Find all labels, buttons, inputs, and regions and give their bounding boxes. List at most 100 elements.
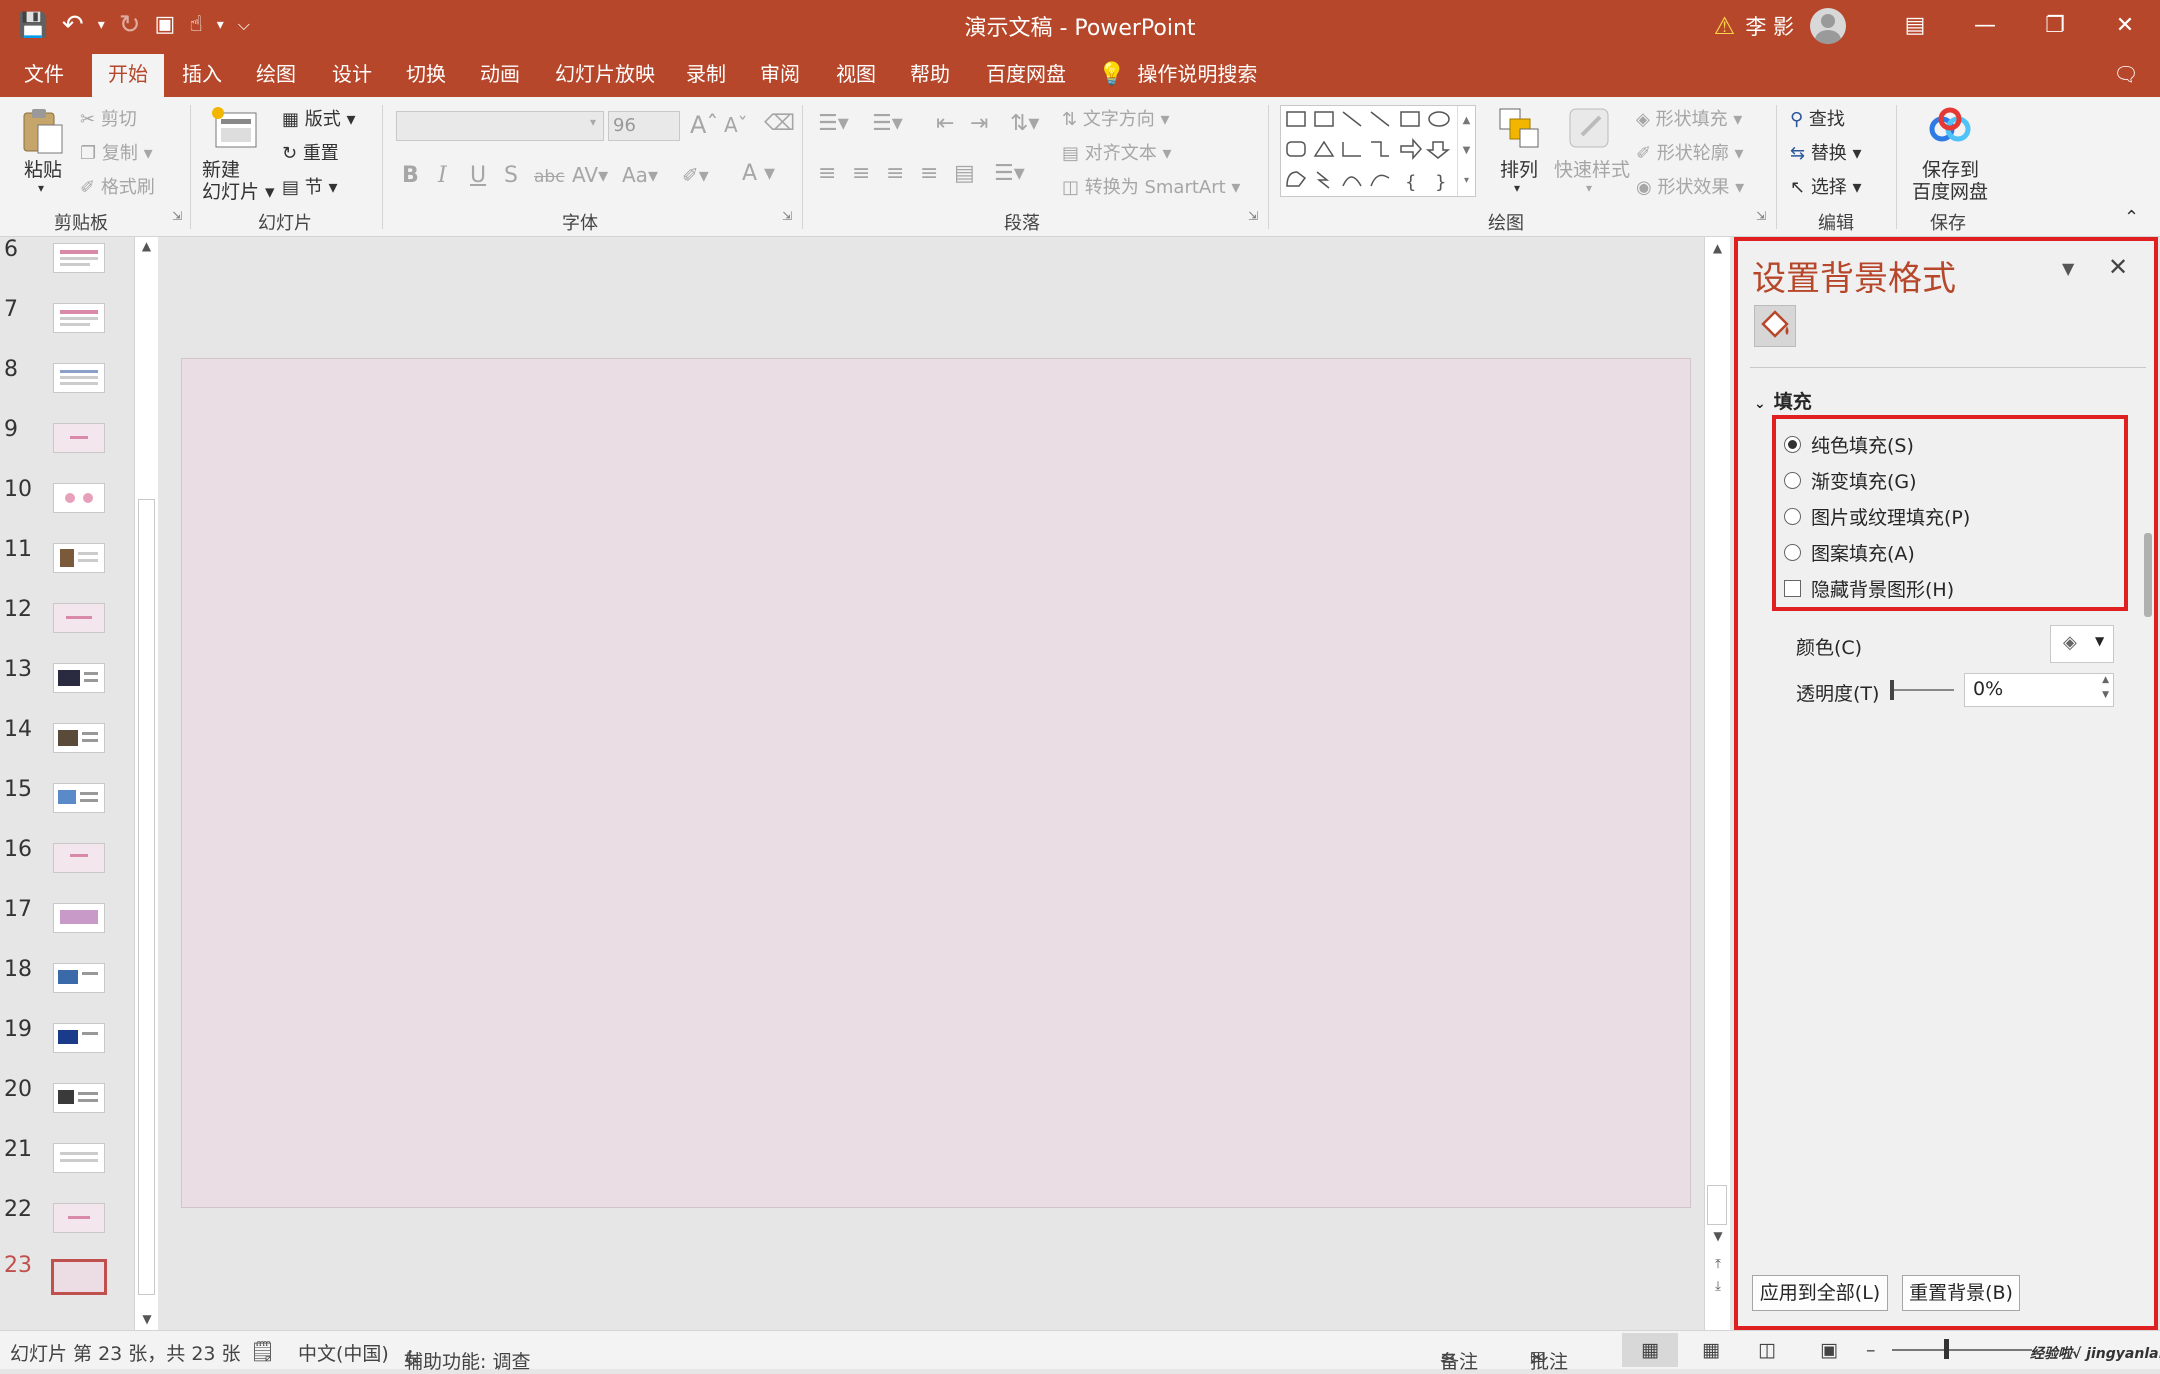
shape-effects-button[interactable]: ◉ 形状效果 ▾ [1636,173,1744,199]
slide-thumbnail[interactable] [53,303,105,333]
slideshow-icon[interactable]: ▣ [1820,1339,1838,1361]
slide-thumbnail-selected[interactable] [51,1259,107,1295]
slide-thumbnail[interactable] [53,963,105,993]
tab-file[interactable]: 文件 [14,51,74,97]
new-slide-button-label[interactable]: 幻灯片 ▾ [202,177,275,204]
chevron-down-icon[interactable]: ▾ [590,115,596,129]
shrink-font-icon[interactable]: Aˇ [724,113,748,137]
align-center-icon[interactable]: ≡ [852,161,870,186]
char-spacing-icon[interactable]: AV▾ [572,163,608,187]
line-spacing-icon[interactable]: ⇅▾ [1010,111,1039,136]
shape-outline-button[interactable]: ✐ 形状轮廓 ▾ [1636,139,1744,165]
bullets-icon[interactable]: ☰▾ [818,111,849,136]
apply-to-all-button[interactable]: 应用到全部(L) [1752,1275,1888,1311]
section-button[interactable]: ▤ 节 ▾ [282,173,338,199]
slide-thumbnail[interactable] [53,783,105,813]
italic-icon[interactable]: I [438,163,447,188]
reading-view-icon[interactable]: ◫ [1758,1339,1776,1361]
slide-thumbnail[interactable] [53,543,105,573]
pattern-fill-option[interactable]: 图案填充(A) [1784,539,1915,566]
justify-icon[interactable]: ≡ [920,161,938,186]
align-left-icon[interactable]: ≡ [818,161,836,186]
solid-fill-option[interactable]: 纯色填充(S) [1784,431,1914,458]
underline-icon[interactable]: U [470,163,486,188]
dialog-launcher-icon[interactable]: ⇲ [172,209,182,223]
pane-options-icon[interactable]: ▼ [2062,259,2074,278]
language-status[interactable]: 中文(中国) [298,1339,389,1366]
tab-design[interactable]: 设计 [322,51,382,97]
replace-button[interactable]: ⇆ 替换 ▾ [1790,139,1862,165]
columns-icon[interactable]: ☰▾ [994,161,1025,186]
tab-draw[interactable]: 绘图 [246,51,306,97]
thumbnails-scrollbar[interactable]: ▲ ▼ [134,237,158,1330]
slide-thumbnail[interactable] [53,423,105,453]
transparency-slider[interactable] [1890,680,1954,700]
format-painter-button[interactable]: ✐ 格式刷 [80,173,155,199]
spellcheck-icon[interactable]: 🗒 [250,1339,275,1363]
slide-thumbnail[interactable] [53,603,105,633]
scroll-up-icon[interactable]: ▲ [135,239,158,253]
radio[interactable] [1784,508,1801,525]
highlight-icon[interactable]: ✐▾ [682,163,709,187]
gallery-scroll[interactable]: ▲ ▼ ▾ [1457,106,1475,196]
ribbon-display-icon[interactable]: ▤ [1880,13,1950,38]
zoom-out-icon[interactable]: – [1866,1339,1876,1361]
scroll-down-icon[interactable]: ▼ [135,1312,159,1326]
minimize-icon[interactable]: — [1950,13,2020,38]
spin-up-icon[interactable]: ▲ [2102,675,2109,685]
spin-down-icon[interactable]: ▼ [2102,690,2109,700]
bold-icon[interactable]: B [402,163,419,188]
transparency-input[interactable]: 0% ▲ ▼ [1964,673,2114,707]
zoom-slider-thumb[interactable] [1944,1339,1949,1359]
tab-baidu[interactable]: 百度网盘 [980,51,1072,97]
shadow-icon[interactable]: S [504,163,518,188]
scroll-thumb[interactable] [138,499,155,1295]
comments-icon[interactable]: 🗨 [2106,51,2146,97]
align-right-icon[interactable]: ≡ [886,161,904,186]
tab-view[interactable]: 视图 [826,51,886,97]
shape-fill-button[interactable]: ◈ 形状填充 ▾ [1636,105,1742,131]
user-name[interactable]: 李 影 [1745,11,1794,41]
font-name-combo[interactable] [396,111,604,141]
find-button[interactable]: ⚲ 查找 [1790,105,1845,131]
change-case-icon[interactable]: Aa▾ [622,163,658,187]
tab-help[interactable]: 帮助 [900,51,960,97]
chevron-down-icon[interactable]: ▾ [38,181,44,195]
quick-styles-icon[interactable] [1566,105,1612,151]
copy-button[interactable]: ❐ 复制 ▾ [80,139,153,165]
tab-transitions[interactable]: 切换 [396,51,456,97]
paste-icon[interactable] [20,105,68,157]
slide-thumbnail[interactable] [53,1023,105,1053]
slide-thumbnail[interactable] [53,663,105,693]
color-picker[interactable]: ◈ ▼ [2050,625,2114,663]
slide-thumbnail[interactable] [53,483,105,513]
select-button[interactable]: ↖ 选择 ▾ [1790,173,1862,199]
numbering-icon[interactable]: ☰▾ [872,111,903,136]
scroll-thumb[interactable] [1707,1185,1727,1225]
warning-icon[interactable]: ⚠ [1714,12,1736,40]
close-icon[interactable]: ✕ [2090,13,2160,38]
tab-animations[interactable]: 动画 [470,51,530,97]
radio-selected[interactable] [1784,436,1801,453]
paste-button[interactable]: 粘贴 [24,155,62,182]
strikethrough-icon[interactable]: abc [534,167,565,187]
slide-thumbnail[interactable] [53,243,105,273]
smartart-button[interactable]: ◫ 转换为 SmartArt ▾ [1062,173,1240,199]
slide-sorter-icon[interactable]: ▦ [1702,1339,1720,1361]
previous-slide-icon[interactable]: ⤒ [1705,1257,1731,1272]
slide-thumbnail[interactable] [53,363,105,393]
font-size-combo[interactable]: 96 [608,111,680,141]
baidu-cloud-icon[interactable] [1926,105,1974,145]
clear-format-icon[interactable]: ⌫ [764,111,795,136]
current-slide[interactable] [181,358,1691,1208]
text-direction-button[interactable]: ⇅ 文字方向 ▾ [1062,105,1170,131]
font-color-icon[interactable]: A ▾ [742,161,775,186]
tab-home[interactable]: 开始 [92,54,164,97]
fill-section-header[interactable]: ⌄ 填充 [1754,387,1812,414]
slide-thumbnail[interactable] [53,1083,105,1113]
tell-me-search[interactable]: 💡 操作说明搜索 [1098,51,1258,97]
slide-thumbnail[interactable] [53,1203,105,1233]
picture-fill-option[interactable]: 图片或纹理填充(P) [1784,503,1970,530]
grow-font-icon[interactable]: Aˆ [690,111,718,139]
fill-tab[interactable] [1754,305,1796,347]
